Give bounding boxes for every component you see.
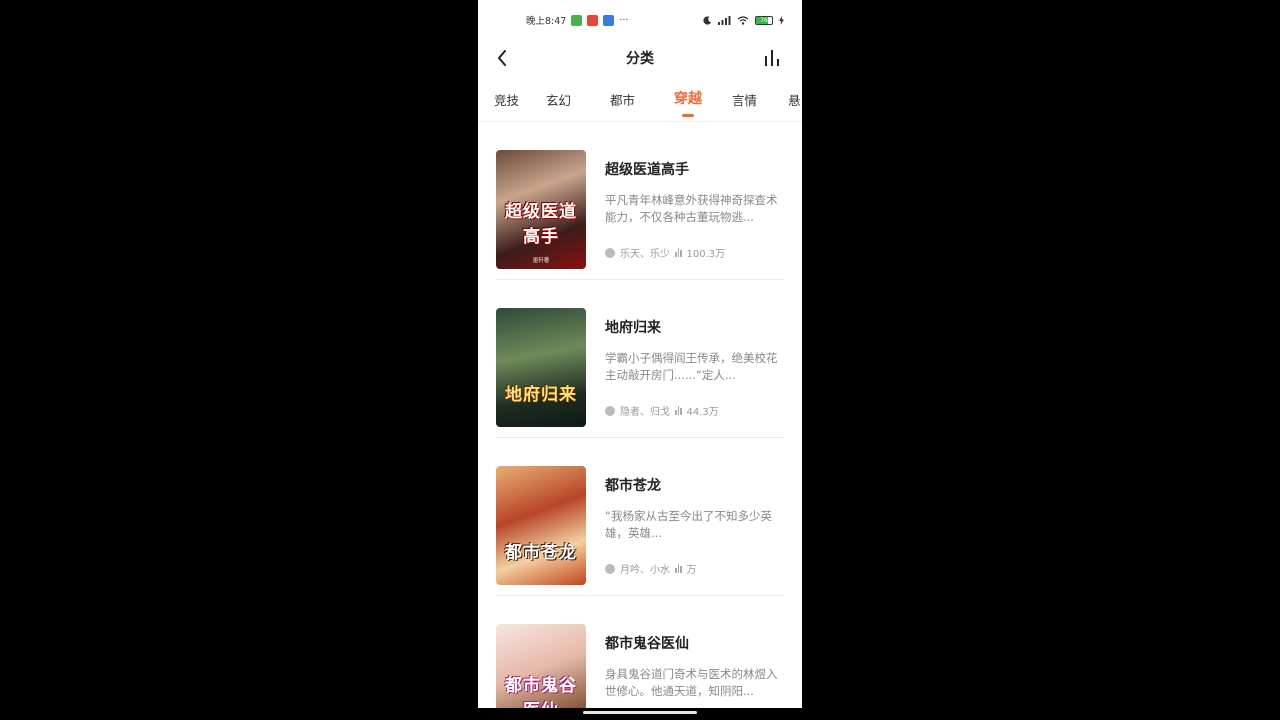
- app-notification-icon-2: [603, 14, 615, 26]
- book-meta: 乐天、乐少 100.3万: [605, 245, 725, 260]
- tab-4[interactable]: 言情: [732, 90, 757, 109]
- book-meta: 月吟、小水 万: [605, 561, 697, 576]
- top-bar: 分类: [478, 40, 802, 76]
- battery-level: 76: [760, 16, 768, 24]
- bar-chart-icon: [765, 50, 779, 66]
- cover-author: 墨轩著: [532, 258, 550, 264]
- moon-icon: [703, 15, 712, 25]
- book-authors: 隐者、归戈: [620, 407, 670, 418]
- cover-title: 都市苍龙: [505, 543, 577, 563]
- charging-icon: [779, 15, 784, 25]
- tab-1[interactable]: 玄幻: [546, 90, 571, 109]
- book-authors: 乐天、乐少: [620, 249, 670, 260]
- tab-5[interactable]: 悬: [788, 90, 801, 109]
- book-item[interactable]: 地府归来 地府归来 学霸小子偶得阎王传承，绝美校花主动敲开房门......“定人…: [496, 280, 784, 438]
- tab-active[interactable]: 穿越: [674, 88, 702, 108]
- cover-title: 超级医道高手: [505, 202, 577, 247]
- book-description[interactable]: 学霸小子偶得阎王传承，绝美校花主动敲开房门......“定人...: [605, 350, 785, 384]
- wechat-notification-icon: [571, 14, 583, 26]
- status-bar: 晚上8:47 ··· 76: [478, 0, 802, 40]
- cover-title: 地府归来: [505, 385, 577, 405]
- page-title: 分类: [626, 51, 654, 67]
- book-cover[interactable]: 都市鬼谷医仙: [496, 624, 586, 708]
- popularity-icon: [675, 406, 682, 415]
- home-indicator[interactable]: [583, 711, 697, 714]
- book-popularity: 万: [686, 565, 697, 576]
- status-time: 晚上8:47: [526, 16, 567, 27]
- tab-0[interactable]: 竞技: [494, 90, 519, 109]
- book-description[interactable]: 平凡青年林峰意外获得神奇探查术能力，不仅各种古董玩物逃...: [605, 192, 785, 226]
- book-title[interactable]: 都市鬼谷医仙: [605, 633, 689, 653]
- book-cover[interactable]: 超级医道高手 墨轩著: [496, 150, 586, 269]
- chevron-left-icon: [498, 50, 506, 66]
- wifi-icon: [737, 15, 749, 25]
- more-notifications-icon: ···: [619, 14, 629, 26]
- book-item[interactable]: 都市苍龙 都市苍龙 “我杨家从古至今出了不知多少英雄，英雄... 月吟、小水 万: [496, 438, 784, 596]
- signal-icon: [718, 15, 731, 25]
- book-title[interactable]: 超级医道高手: [605, 159, 689, 179]
- book-meta: 隐者、归戈 44.3万: [605, 403, 719, 418]
- phone-screen: 晚上8:47 ··· 76 分类 竞技 玄幻 都市 穿越 言情 悬 超级医道高手…: [478, 0, 802, 708]
- popularity-icon: [675, 564, 682, 573]
- book-item[interactable]: 都市鬼谷医仙 都市鬼谷医仙 身具鬼谷道门奇术与医术的林煜入世修心。他通天道，知阴…: [496, 596, 784, 708]
- author-avatar-icon: [605, 247, 615, 258]
- tab-2[interactable]: 都市: [610, 90, 635, 109]
- app-notification-icon: [587, 14, 599, 26]
- book-title[interactable]: 地府归来: [605, 317, 661, 337]
- cover-title: 都市鬼谷医仙: [505, 676, 577, 708]
- back-button[interactable]: [488, 44, 516, 72]
- popularity-icon: [675, 248, 682, 257]
- book-cover[interactable]: 都市苍龙: [496, 466, 586, 585]
- battery-icon: 76: [755, 15, 773, 25]
- author-avatar-icon: [605, 563, 615, 574]
- book-popularity: 44.3万: [686, 407, 719, 418]
- book-description[interactable]: 身具鬼谷道门奇术与医术的林煜入世修心。他通天道，知阴阳...: [605, 666, 785, 700]
- author-avatar-icon: [605, 405, 615, 416]
- book-cover[interactable]: 地府归来: [496, 308, 586, 427]
- book-authors: 月吟、小水: [620, 565, 670, 576]
- book-item[interactable]: 超级医道高手 墨轩著 超级医道高手 平凡青年林峰意外获得神奇探查术能力，不仅各种…: [496, 122, 784, 280]
- category-tabs: 竞技 玄幻 都市 穿越 言情 悬: [478, 76, 802, 122]
- book-popularity: 100.3万: [686, 249, 726, 260]
- book-description[interactable]: “我杨家从古至今出了不知多少英雄，英雄...: [605, 508, 785, 542]
- book-title[interactable]: 都市苍龙: [605, 475, 661, 495]
- ranking-button[interactable]: [758, 44, 788, 72]
